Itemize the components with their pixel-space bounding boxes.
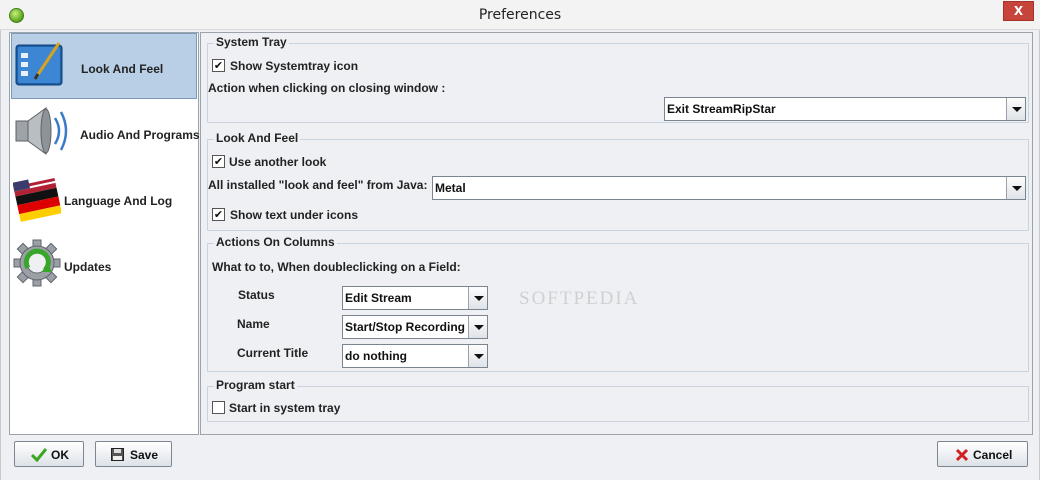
current-title-action-value: do nothing: [345, 349, 407, 363]
sidebar-item-label: Updates: [64, 260, 112, 274]
preferences-window: Look And Feel Audio And Programs Languag…: [0, 30, 1040, 480]
close-action-label: Action when clicking on closing window :: [208, 81, 446, 95]
chevron-down-icon[interactable]: [1006, 98, 1025, 120]
window-close-button[interactable]: X: [1003, 1, 1034, 21]
sidebar-item-label: Look And Feel: [81, 62, 164, 76]
floppy-disk-icon: [111, 448, 124, 461]
sidebar-item-label: Audio And Programs: [80, 128, 200, 142]
status-action-value: Edit Stream: [345, 291, 412, 305]
group-title: Actions On Columns: [214, 235, 337, 249]
chevron-down-icon[interactable]: [468, 345, 487, 367]
title-bar: Preferences X: [0, 0, 1040, 30]
name-action-select[interactable]: Start/Stop Recording: [342, 315, 488, 339]
show-systemtray-label: Show Systemtray icon: [230, 59, 359, 73]
status-label: Status: [238, 288, 275, 302]
name-label: Name: [237, 317, 270, 331]
show-text-under-icons-label: Show text under icons: [230, 208, 359, 222]
close-action-select[interactable]: Exit StreamRipStar: [664, 97, 1026, 121]
flag-icon: [13, 177, 61, 222]
sidebar-item-updates[interactable]: Updates: [11, 232, 197, 298]
doubleclick-prompt: What to to, When doubleclicking on a Fie…: [212, 260, 461, 274]
ok-button-label: OK: [51, 448, 69, 462]
speaker-icon: [15, 107, 68, 155]
close-icon: [955, 448, 969, 462]
cancel-button[interactable]: Cancel: [937, 441, 1028, 467]
save-button[interactable]: Save: [95, 441, 172, 467]
save-button-label: Save: [130, 448, 159, 462]
look-and-feel-select[interactable]: Metal: [432, 176, 1026, 200]
group-title: System Tray: [214, 35, 289, 49]
ok-button[interactable]: OK: [14, 441, 84, 467]
window-title: Preferences: [478, 7, 562, 23]
current-title-label: Current Title: [237, 346, 309, 360]
check-icon: [31, 448, 47, 462]
category-list: Look And Feel Audio And Programs Languag…: [9, 32, 200, 435]
use-another-look-checkbox[interactable]: ✔: [212, 155, 225, 168]
chevron-down-icon[interactable]: [468, 316, 487, 338]
chevron-down-icon[interactable]: [1006, 177, 1025, 199]
current-title-action-select[interactable]: do nothing: [342, 344, 488, 368]
start-in-tray-checkbox[interactable]: [212, 401, 225, 414]
installed-look-label: All installed "look and feel" from Java:: [208, 178, 428, 192]
look-and-feel-value: Metal: [435, 181, 466, 195]
start-in-tray-label: Start in system tray: [229, 401, 341, 415]
show-text-under-icons-checkbox[interactable]: ✔: [212, 208, 225, 221]
system-tray-group: System Tray ✔ Show Systemtray icon Actio…: [207, 35, 1029, 123]
look-and-feel-icon: [15, 42, 63, 86]
cancel-button-label: Cancel: [973, 448, 1013, 462]
sidebar-item-audio-and-programs[interactable]: Audio And Programs: [11, 100, 200, 166]
status-action-select[interactable]: Edit Stream: [342, 286, 488, 310]
chevron-down-icon[interactable]: [468, 287, 487, 309]
group-title: Look And Feel: [214, 131, 301, 145]
sidebar-item-language-and-log[interactable]: Language And Log: [11, 166, 197, 232]
group-title: Program start: [214, 378, 297, 392]
show-systemtray-checkbox[interactable]: ✔: [212, 59, 225, 72]
update-gear-icon: [13, 239, 61, 287]
look-and-feel-group: Look And Feel ✔ Use another look All ins…: [207, 131, 1029, 231]
use-another-look-label: Use another look: [229, 155, 327, 169]
sidebar-item-label: Language And Log: [64, 194, 173, 208]
close-action-value: Exit StreamRipStar: [667, 102, 776, 116]
settings-panel: System Tray ✔ Show Systemtray icon Actio…: [200, 32, 1033, 435]
watermark: SOFTPEDIA: [519, 288, 640, 309]
program-start-group: Program start Start in system tray: [207, 378, 1029, 422]
name-action-value: Start/Stop Recording: [345, 320, 466, 334]
sidebar-item-look-and-feel[interactable]: Look And Feel: [11, 33, 197, 99]
